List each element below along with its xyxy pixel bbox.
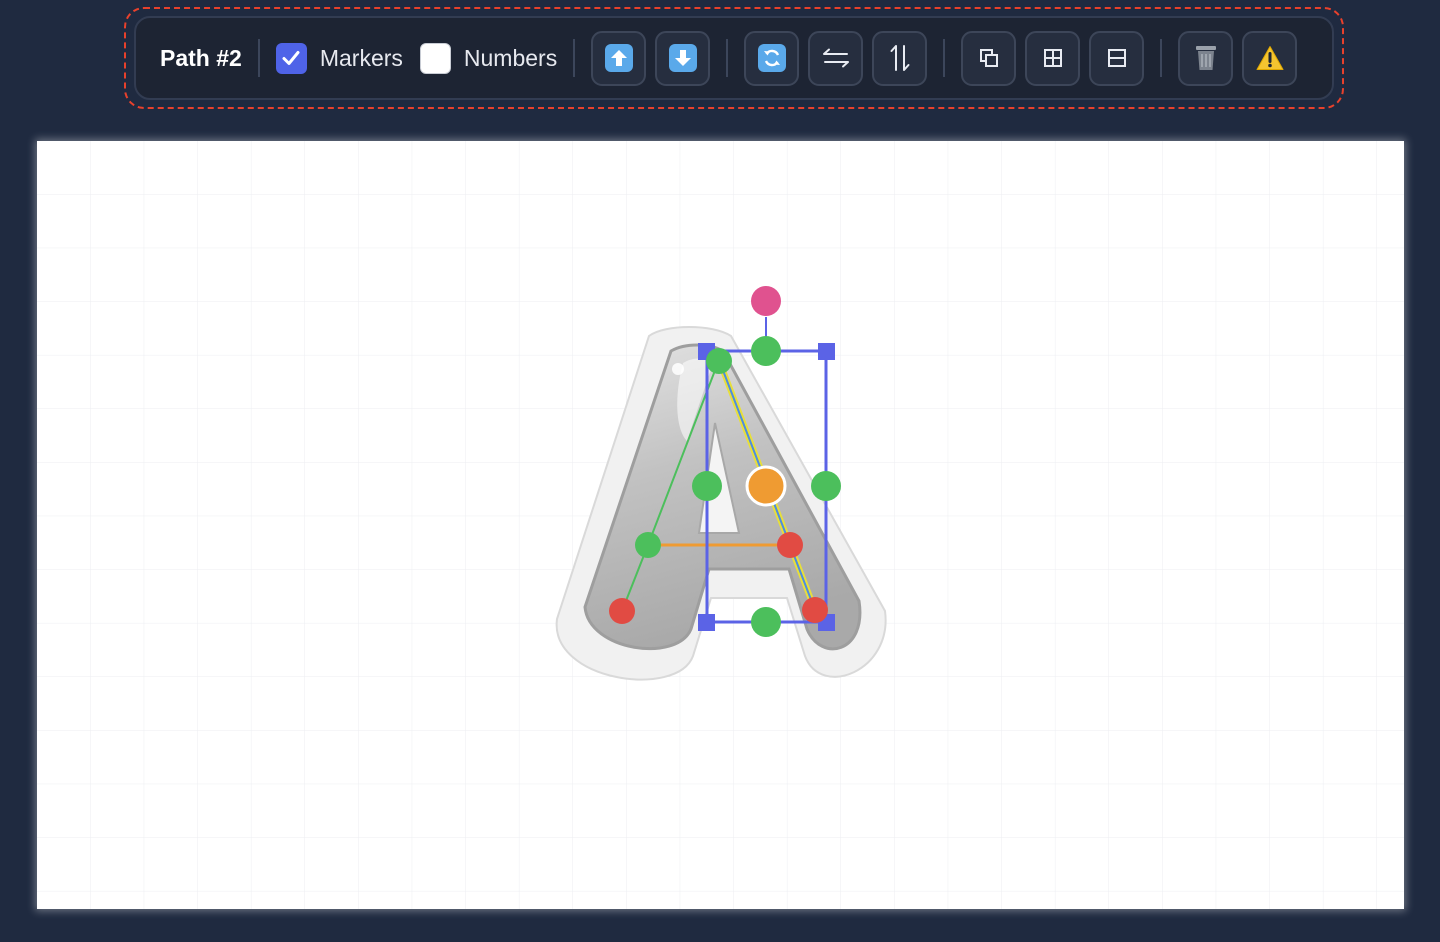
numbers-checkbox[interactable]: Numbers [419, 42, 558, 74]
path-point-marker[interactable] [635, 532, 661, 558]
down-arrow-icon [668, 44, 697, 72]
up-arrow-icon [604, 44, 633, 72]
flip-vertical-button[interactable] [872, 30, 928, 86]
swap-horizontal-icon [822, 48, 849, 68]
toolbar-divider [726, 39, 729, 77]
grid-icon [1043, 49, 1062, 67]
rotation-handle[interactable] [751, 286, 781, 316]
path-title: Path #2 [160, 44, 242, 71]
midpoint-handle-bottom[interactable] [751, 607, 781, 637]
reverse-path-button[interactable] [744, 30, 800, 86]
checkmark-icon [282, 51, 300, 65]
move-down-button[interactable] [655, 30, 711, 86]
path-end-marker[interactable] [609, 598, 635, 624]
resize-handle-top-right[interactable] [818, 343, 835, 360]
toolbar-divider [257, 39, 260, 77]
path-end-marker[interactable] [777, 532, 803, 558]
numbers-checkbox-box[interactable] [419, 42, 451, 74]
path-start-marker[interactable] [706, 348, 732, 374]
trash-icon [1195, 46, 1216, 70]
resize-handle-bottom-left[interactable] [698, 614, 715, 631]
duplicate-icon [979, 49, 998, 67]
midpoint-handle-left[interactable] [692, 471, 722, 501]
markers-label: Markers [319, 44, 403, 71]
grid-button[interactable] [1025, 30, 1081, 86]
path-toolbar: Path #2 Markers Numbers [134, 16, 1334, 100]
split-button[interactable] [1089, 30, 1145, 86]
toolbar-divider [1160, 39, 1163, 77]
drawing-canvas[interactable] [37, 141, 1404, 909]
toolbar-divider [943, 39, 946, 77]
path-end-marker[interactable] [802, 597, 828, 623]
move-up-button[interactable] [591, 30, 647, 86]
warning-button[interactable] [1242, 30, 1298, 86]
center-handle[interactable] [745, 465, 787, 507]
midpoint-handle-right[interactable] [811, 471, 841, 501]
split-icon [1107, 49, 1126, 67]
numbers-label: Numbers [463, 44, 558, 71]
delete-button[interactable] [1178, 30, 1234, 86]
markers-checkbox[interactable]: Markers [275, 42, 403, 74]
markers-checkbox-box[interactable] [275, 42, 307, 74]
midpoint-handle-top[interactable] [751, 336, 781, 366]
toolbar-divider [573, 39, 576, 77]
swap-vertical-icon [890, 45, 910, 71]
duplicate-button[interactable] [961, 30, 1017, 86]
refresh-icon [757, 44, 786, 72]
flip-horizontal-button[interactable] [808, 30, 864, 86]
warning-icon [1256, 46, 1284, 70]
